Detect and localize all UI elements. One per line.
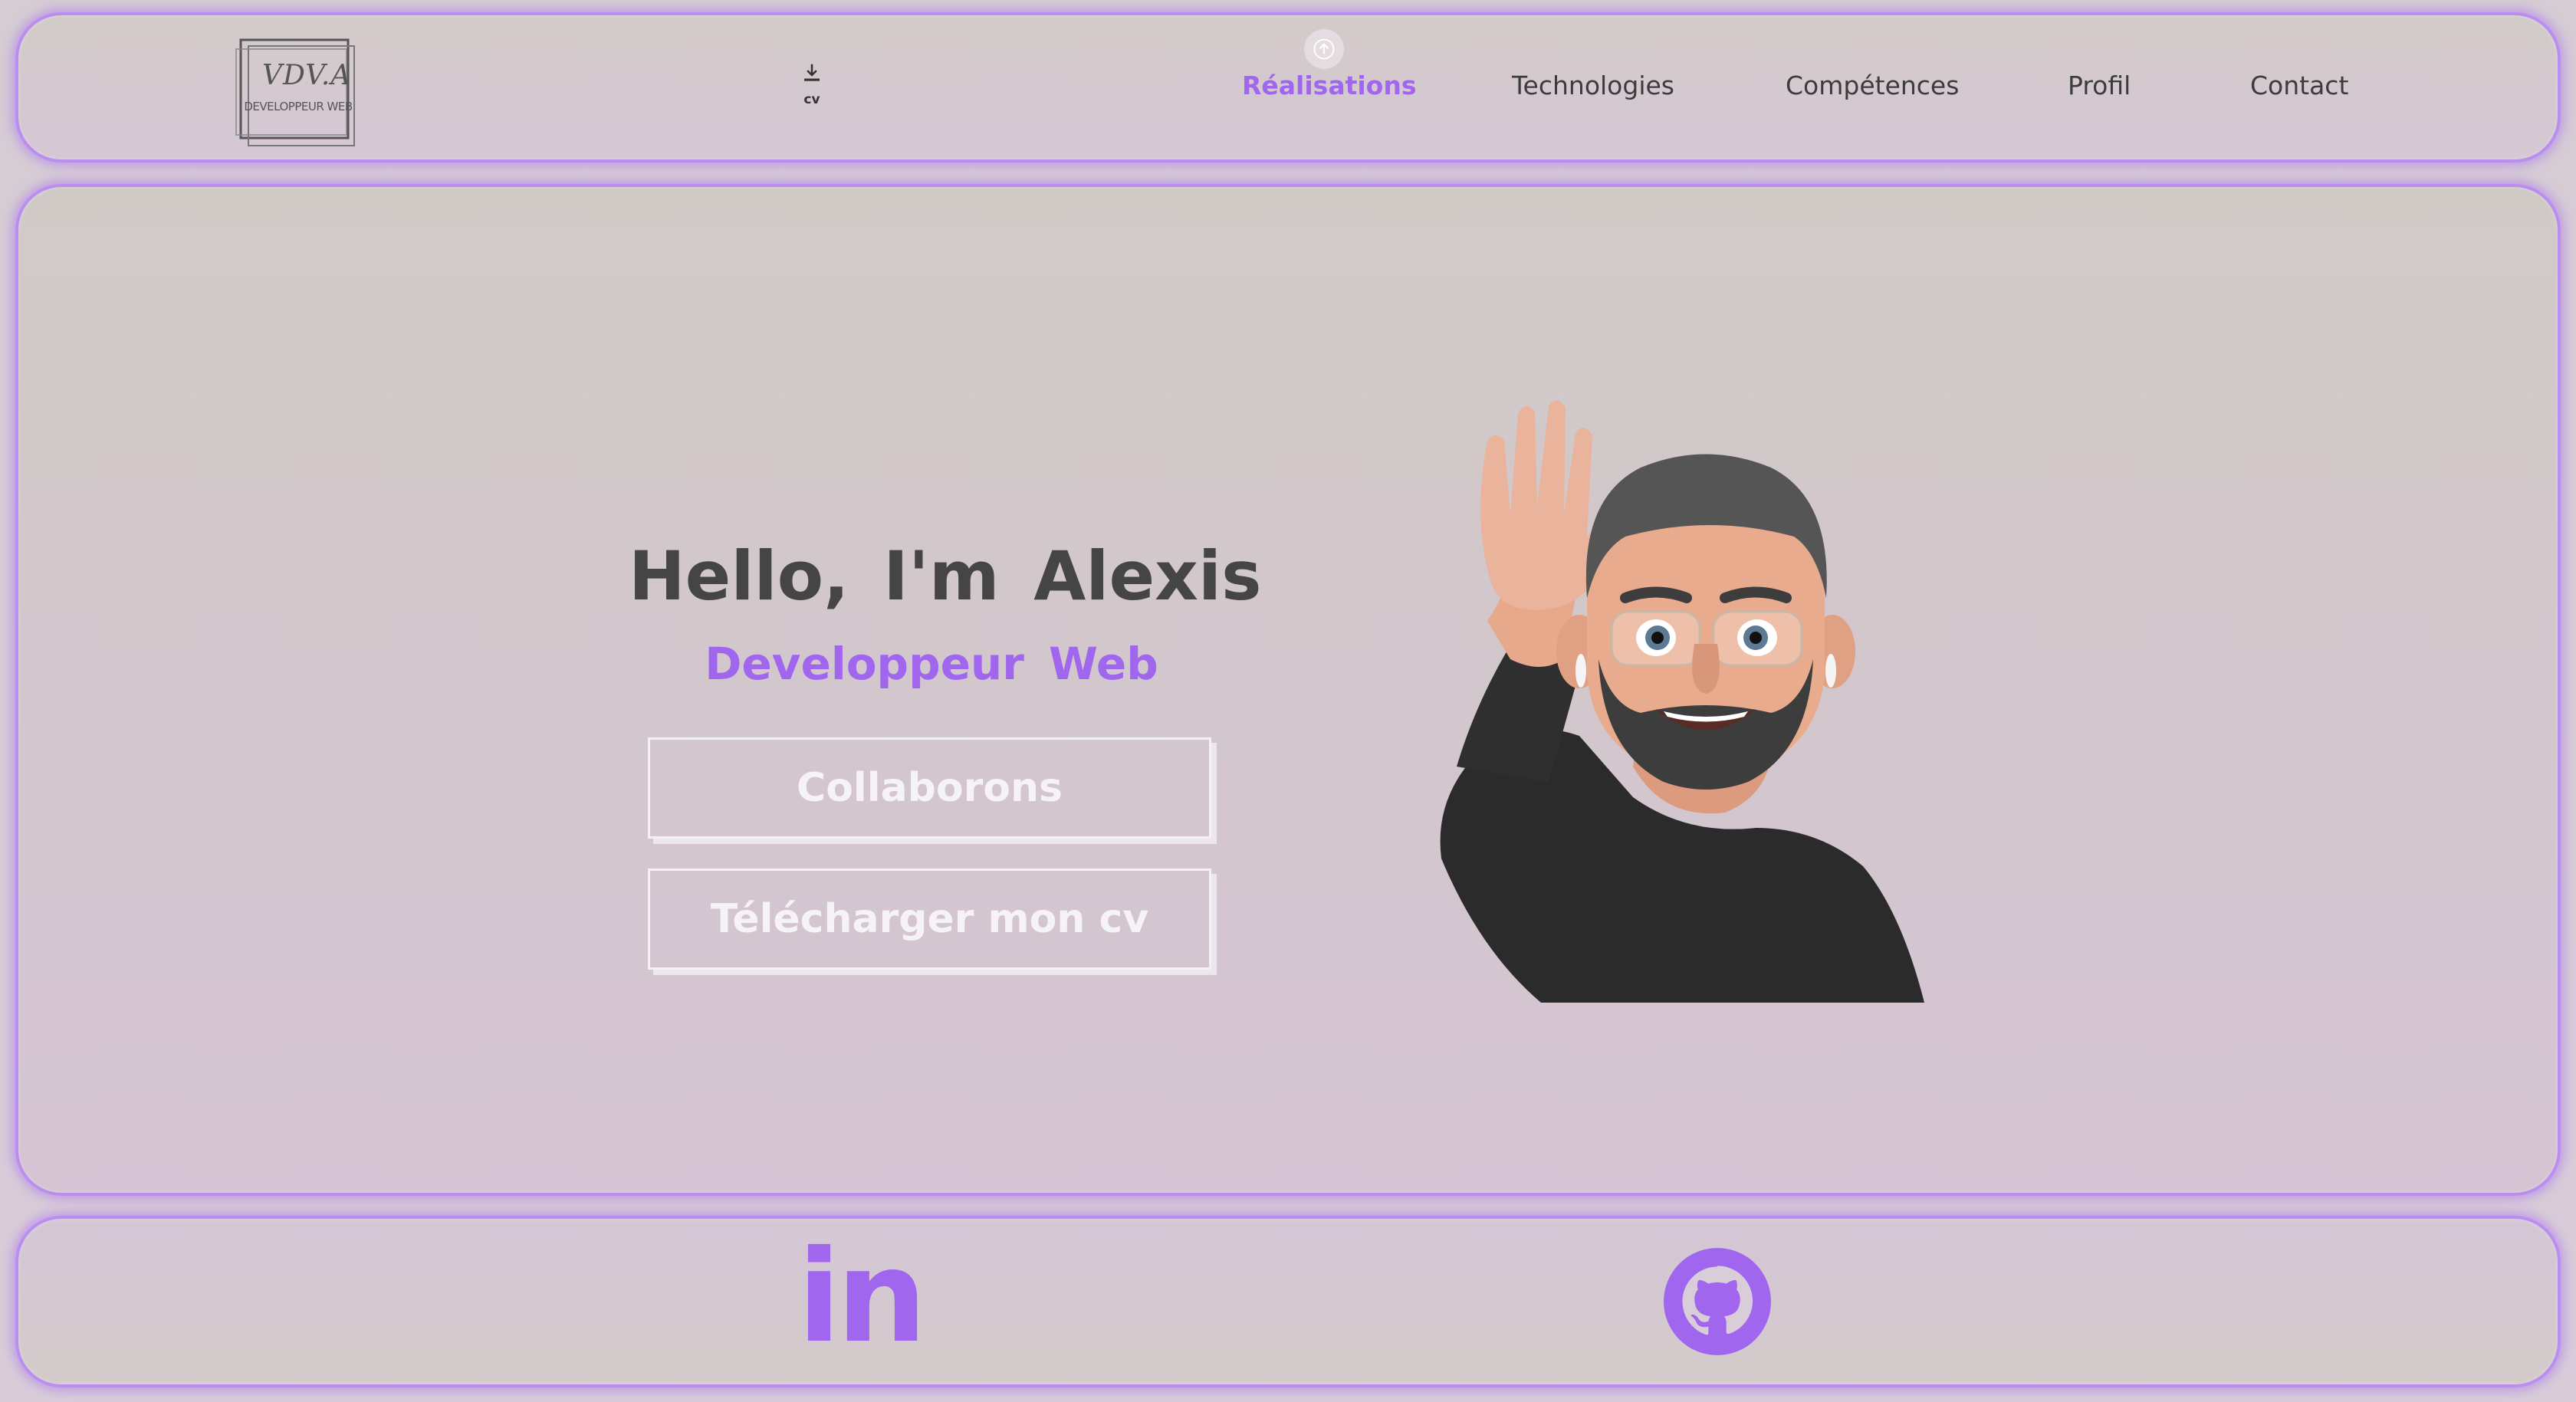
footer-panel bbox=[15, 1216, 2561, 1387]
collaborate-button[interactable]: Collaborons bbox=[648, 737, 1211, 839]
header-panel: VDV.A DEVELOPPEUR WEB cv Réalisations Te… bbox=[15, 12, 2561, 163]
github-link[interactable] bbox=[1664, 1248, 1771, 1355]
github-icon bbox=[1664, 1248, 1771, 1355]
logo-mark: VDV.A bbox=[262, 60, 352, 91]
nav-technologies[interactable]: Technologies bbox=[1512, 71, 1674, 100]
nav-profil[interactable]: Profil bbox=[2068, 71, 2131, 100]
scroll-top-button[interactable] bbox=[1304, 29, 1344, 69]
cv-label: cv bbox=[803, 92, 820, 107]
logo-subtitle: DEVELOPPEUR WEB bbox=[244, 100, 353, 113]
logo-frame-icon bbox=[235, 38, 355, 146]
avatar-waving-image bbox=[1434, 368, 1932, 1004]
site-logo[interactable]: VDV.A DEVELOPPEUR WEB bbox=[233, 35, 363, 150]
download-cv-button[interactable]: Télécharger mon cv bbox=[648, 868, 1211, 970]
nav-competences[interactable]: Compétences bbox=[1786, 71, 1959, 100]
hero-role: Developpeur Web bbox=[705, 638, 1158, 690]
page: VDV.A DEVELOPPEUR WEB cv Réalisations Te… bbox=[0, 0, 2576, 1402]
nav-contact[interactable]: Contact bbox=[2250, 71, 2348, 100]
cv-download-link[interactable]: cv bbox=[785, 61, 839, 130]
linkedin-icon[interactable]: in bbox=[797, 1234, 927, 1361]
download-icon bbox=[804, 64, 820, 81]
nav-realisations[interactable]: Réalisations bbox=[1242, 71, 1417, 100]
arrow-up-icon bbox=[1313, 38, 1335, 60]
hero-panel bbox=[15, 184, 2561, 1196]
hero-greeting: Hello, I'm Alexis bbox=[629, 537, 1262, 616]
